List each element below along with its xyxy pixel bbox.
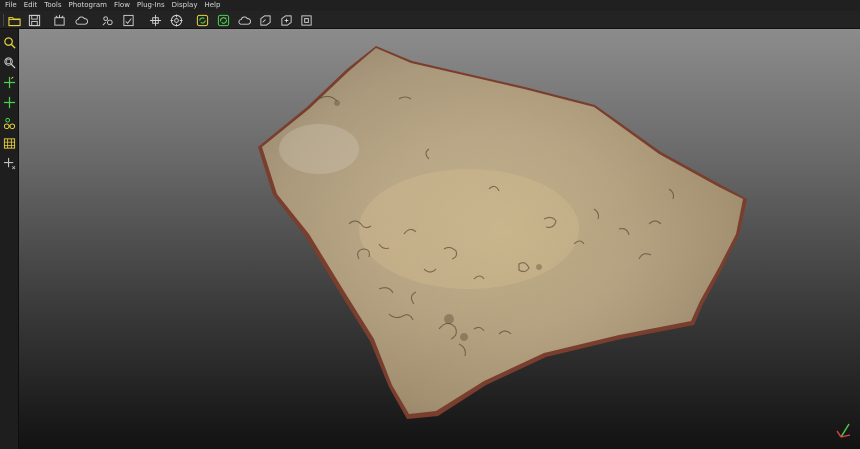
main-toolbar [0, 11, 860, 29]
process-icon [196, 14, 208, 26]
new-block-button[interactable] [52, 13, 66, 27]
stone-texture [262, 48, 743, 414]
cloud-upload-icon [237, 16, 251, 25]
menu-bar: File Edit Tools Photogram Flow Plug-Ins … [0, 0, 860, 11]
3d-stone-slab-model[interactable] [19, 29, 860, 449]
add-point-tool-button[interactable] [2, 75, 17, 90]
new-block-icon [53, 14, 65, 26]
open-folder-button[interactable] [7, 13, 21, 27]
export-mesh-button[interactable] [299, 13, 313, 27]
menu-photogram[interactable]: Photogram [69, 0, 107, 11]
save-icon [28, 14, 40, 26]
app-window: File Edit Tools Photogram Flow Plug-Ins … [0, 0, 860, 449]
export-texture-button[interactable] [279, 13, 293, 27]
move-point-tool-button[interactable] [2, 95, 17, 110]
pan-icon [3, 157, 16, 170]
menu-help[interactable]: Help [204, 0, 220, 11]
toolbar-grip [3, 14, 4, 26]
left-tool-strip [0, 29, 19, 449]
cloud-upload-button[interactable] [237, 13, 251, 27]
export-model-button[interactable] [258, 13, 272, 27]
zoom-icon [4, 37, 16, 49]
export-mesh-icon [300, 14, 312, 26]
target-button[interactable] [169, 13, 183, 27]
zoom-region-icon [4, 57, 16, 69]
flow-refresh-icon [217, 14, 229, 26]
transform-button[interactable] [148, 13, 162, 27]
move-point-icon [3, 96, 16, 109]
menu-tools[interactable]: Tools [44, 0, 61, 11]
export-texture-icon [280, 14, 292, 26]
transform-icon [149, 14, 161, 26]
zoom-tool-button[interactable] [2, 35, 17, 50]
flow-refresh-button[interactable] [216, 13, 230, 27]
checklist-button[interactable] [121, 13, 135, 27]
checklist-icon [122, 14, 134, 26]
axis-gizmo-icon [836, 423, 851, 438]
menu-flow[interactable]: Flow [114, 0, 130, 11]
photo-align-icon [102, 15, 113, 25]
photo-align-button[interactable] [100, 13, 114, 27]
save-button[interactable] [27, 13, 41, 27]
open-folder-icon [7, 16, 21, 26]
zoom-region-tool-button[interactable] [2, 55, 17, 70]
add-point-icon [3, 76, 16, 89]
measure-icon [3, 117, 16, 130]
menu-edit[interactable]: Edit [24, 0, 38, 11]
process-button[interactable] [195, 13, 209, 27]
target-icon [169, 13, 183, 27]
grid-tool-button[interactable] [2, 136, 17, 151]
pan-tool-button[interactable] [2, 156, 17, 171]
cloud-icon [74, 16, 88, 25]
cloud-button[interactable] [74, 13, 88, 27]
menu-display[interactable]: Display [172, 0, 198, 11]
export-model-icon [259, 14, 271, 26]
3d-viewport[interactable] [19, 29, 860, 449]
menu-file[interactable]: File [5, 0, 17, 11]
menu-plug-ins[interactable]: Plug-Ins [137, 0, 165, 11]
measure-tool-button[interactable] [2, 116, 17, 131]
grid-icon [3, 138, 16, 149]
